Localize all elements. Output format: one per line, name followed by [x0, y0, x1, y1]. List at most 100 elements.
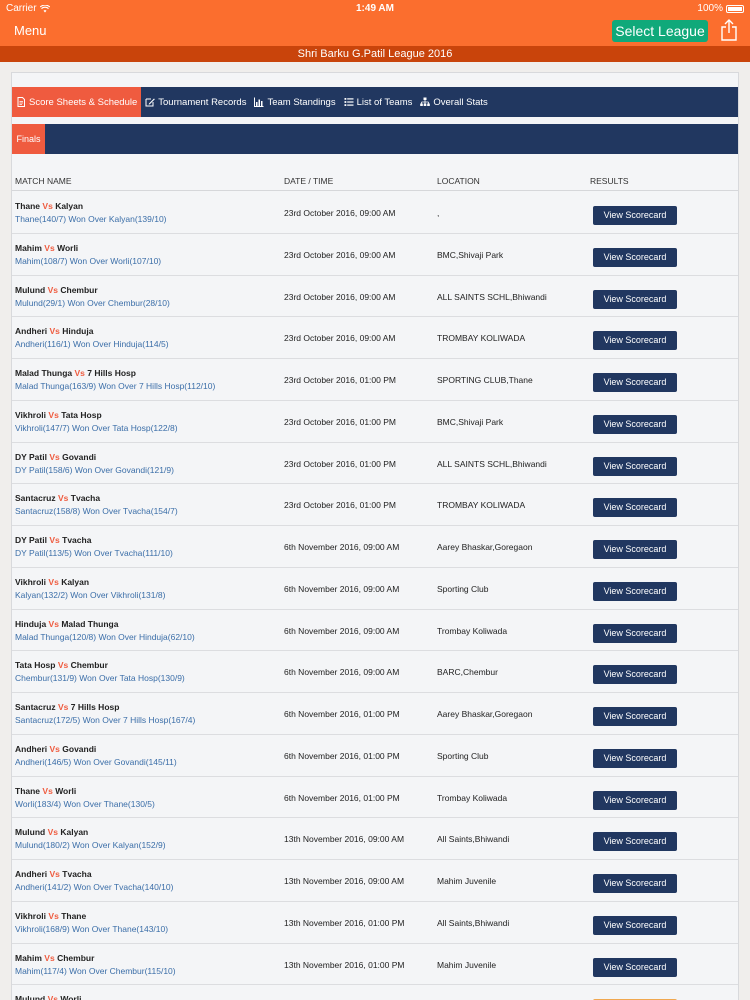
view-scorecard-button[interactable]: View Scorecard — [593, 957, 677, 977]
view-scorecard-button[interactable]: View Scorecard — [593, 915, 677, 935]
match-result-link[interactable]: DY Patil(158/6) Won Over Govandi(121/9) — [15, 465, 174, 475]
match-teams: Andheri Vs Tvacha — [15, 869, 92, 879]
tab-label: Overall Stats — [433, 96, 488, 108]
match-teams: Hinduja Vs Malad Thunga — [15, 619, 118, 629]
view-scorecard-button[interactable]: View Scorecard — [593, 414, 677, 434]
match-location: BMC,Shivaji Park — [437, 416, 504, 427]
vs-label: Vs — [48, 576, 59, 587]
bar-chart-icon — [254, 97, 264, 107]
team-a-name: Thane — [15, 201, 41, 211]
tab-bar: Score Sheets & Schedule Tournament Recor… — [12, 87, 738, 117]
team-a-name: Vikhroli — [15, 409, 47, 420]
team-a-name: Thane — [15, 785, 41, 796]
match-datetime: 23rd October 2016, 01:00 PM — [284, 500, 396, 511]
match-result-link[interactable]: Malad Thunga(163/9) Won Over 7 Hills Hos… — [15, 381, 215, 391]
vs-label: Vs — [48, 910, 59, 921]
table-row: Mahim Vs Worli Mahim(108/7) Won Over Worl… — [12, 234, 738, 276]
view-scorecard-button[interactable]: View Scorecard — [593, 331, 677, 351]
view-scorecard-button[interactable]: View Scorecard — [593, 206, 677, 225]
tab-score-sheets[interactable]: Score Sheets & Schedule — [12, 87, 142, 117]
view-scorecard-button[interactable]: View Scorecard — [593, 874, 677, 893]
table-row: Hinduja Vs Malad Thunga Malad Thunga(120/… — [12, 610, 738, 652]
column-header-datetime: DATE / TIME — [284, 176, 334, 186]
team-b-name: Tvacha — [62, 535, 92, 545]
view-scorecard-button[interactable]: View Scorecard — [593, 247, 677, 267]
match-result-link[interactable]: Mahim(108/7) Won Over Worli(107/10) — [15, 256, 161, 266]
tab-tournament-records[interactable]: Tournament Records — [141, 87, 250, 117]
tab-list-of-teams[interactable]: List of Teams — [340, 87, 417, 117]
view-scorecard-button[interactable]: View Scorecard — [593, 373, 677, 392]
team-b-name: Worli — [60, 994, 82, 1000]
match-datetime: 6th November 2016, 01:00 PM — [284, 792, 400, 803]
match-teams: Andheri Vs Govandi — [15, 744, 96, 754]
view-scorecard-button[interactable]: View Scorecard — [593, 581, 677, 601]
view-scorecard-button[interactable]: View Scorecard — [593, 289, 677, 309]
view-scorecard-button[interactable]: View Scorecard — [593, 498, 677, 518]
match-result-link[interactable]: Mulund(29/1) Won Over Chembur(28/10) — [15, 298, 170, 308]
match-result-link[interactable]: Kalyan(132/2) Won Over Vikhroli(131/8) — [15, 590, 165, 600]
match-result-link[interactable]: Worli(183/4) Won Over Thane(130/5) — [15, 799, 155, 809]
vs-label: Vs — [49, 535, 60, 545]
table-row: Thane Vs Kalyan Thane(140/7) Won Over Kal… — [12, 192, 738, 234]
match-location: Trombay Koliwada — [437, 792, 508, 803]
match-result-link[interactable]: Santacruz(158/8) Won Over Tvacha(154/7) — [15, 506, 178, 516]
match-location: Mahim Juvenile — [437, 959, 497, 970]
view-scorecard-button[interactable]: View Scorecard — [593, 540, 677, 559]
view-scorecard-button[interactable]: View Scorecard — [593, 623, 677, 643]
view-scorecard-button[interactable]: View Scorecard — [593, 456, 677, 476]
match-result-link[interactable]: Chembur(131/9) Won Over Tata Hosp(130/9) — [15, 673, 185, 683]
table-row: Vikhroli Vs Kalyan Kalyan(132/2) Won Over… — [12, 568, 738, 610]
team-b-name: 7 Hills Hosp — [87, 368, 136, 378]
team-a-name: Vikhroli — [15, 910, 47, 921]
team-b-name: Chembur — [60, 284, 98, 295]
tab-team-standings[interactable]: Team Standings — [250, 87, 339, 117]
team-a-name: Santacruz — [15, 493, 56, 504]
match-result-link[interactable]: DY Patil(113/5) Won Over Tvacha(111/10) — [15, 548, 173, 558]
match-result-link[interactable]: Andheri(116/1) Won Over Hinduja(114/5) — [15, 339, 169, 349]
nav-bar: Menu Select League — [0, 16, 750, 46]
match-result-link[interactable]: Andheri(141/2) Won Over Tvacha(140/10) — [15, 882, 173, 892]
team-b-name: Chembur — [70, 660, 108, 671]
team-a-name: Mulund — [15, 827, 46, 838]
match-datetime: 6th November 2016, 09:00 AM — [284, 542, 400, 552]
match-datetime: 23rd October 2016, 09:00 AM — [284, 249, 396, 260]
team-a-name: DY Patil — [15, 535, 47, 545]
match-location: , — [437, 208, 440, 218]
match-location: Sporting Club — [437, 583, 489, 594]
match-result-link[interactable]: Mahim(117/4) Won Over Chembur(115/10) — [15, 966, 176, 976]
tab-finals[interactable]: Finals — [12, 124, 45, 154]
match-teams: Thane Vs Worli — [15, 786, 76, 796]
table-row: Mulund Vs WorliView Scorecard — [12, 985, 738, 1000]
match-teams: Vikhroli Vs Thane — [15, 911, 86, 921]
match-result-link[interactable]: Vikhroli(147/7) Won Over Tata Hosp(122/8… — [15, 423, 178, 433]
match-result-link[interactable]: Malad Thunga(120/8) Won Over Hinduja(62/… — [15, 632, 195, 642]
match-datetime: 23rd October 2016, 09:00 AM — [284, 208, 396, 218]
match-teams: Vikhroli Vs Kalyan — [15, 577, 89, 587]
match-teams: Mahim Vs Worli — [15, 243, 78, 253]
match-teams: Thane Vs Kalyan — [15, 201, 83, 211]
match-location: Aarey Bhaskar,Goregaon — [437, 709, 533, 719]
match-result-link[interactable]: Vikhroli(168/9) Won Over Thane(143/10) — [15, 924, 168, 934]
team-a-name: Mulund — [15, 994, 46, 1000]
match-location: ALL SAINTS SCHL,Bhiwandi — [437, 458, 547, 469]
match-result-link[interactable]: Santacruz(172/5) Won Over 7 Hills Hosp(1… — [15, 715, 195, 725]
clock: 1:49 AM — [356, 3, 394, 14]
view-scorecard-button[interactable]: View Scorecard — [593, 707, 677, 726]
view-scorecard-button[interactable]: View Scorecard — [593, 665, 677, 685]
match-location: Mahim Juvenile — [437, 876, 497, 886]
table-row: Malad Thunga Vs 7 Hills Hosp Malad Thunga… — [12, 359, 738, 401]
menu-button[interactable]: Menu — [14, 23, 47, 38]
match-result-link[interactable]: Thane(140/7) Won Over Kalyan(139/10) — [15, 214, 167, 224]
view-scorecard-button[interactable]: View Scorecard — [593, 790, 677, 810]
tab-label: Tournament Records — [158, 96, 247, 108]
match-result-link[interactable]: Andheri(146/5) Won Over Govandi(145/11) — [15, 757, 177, 767]
view-scorecard-button[interactable]: View Scorecard — [593, 748, 677, 768]
vs-label: Vs — [57, 660, 69, 671]
match-result-link[interactable]: Mulund(180/2) Won Over Kalyan(152/9) — [15, 840, 166, 850]
view-scorecard-button[interactable]: View Scorecard — [593, 832, 677, 852]
match-datetime: 6th November 2016, 09:00 AM — [284, 583, 400, 594]
match-datetime: 13th November 2016, 01:00 PM — [284, 917, 405, 928]
tab-overall-stats[interactable]: Overall Stats — [416, 87, 491, 117]
select-league-button[interactable]: Select League — [612, 20, 708, 42]
share-icon[interactable] — [720, 19, 738, 41]
